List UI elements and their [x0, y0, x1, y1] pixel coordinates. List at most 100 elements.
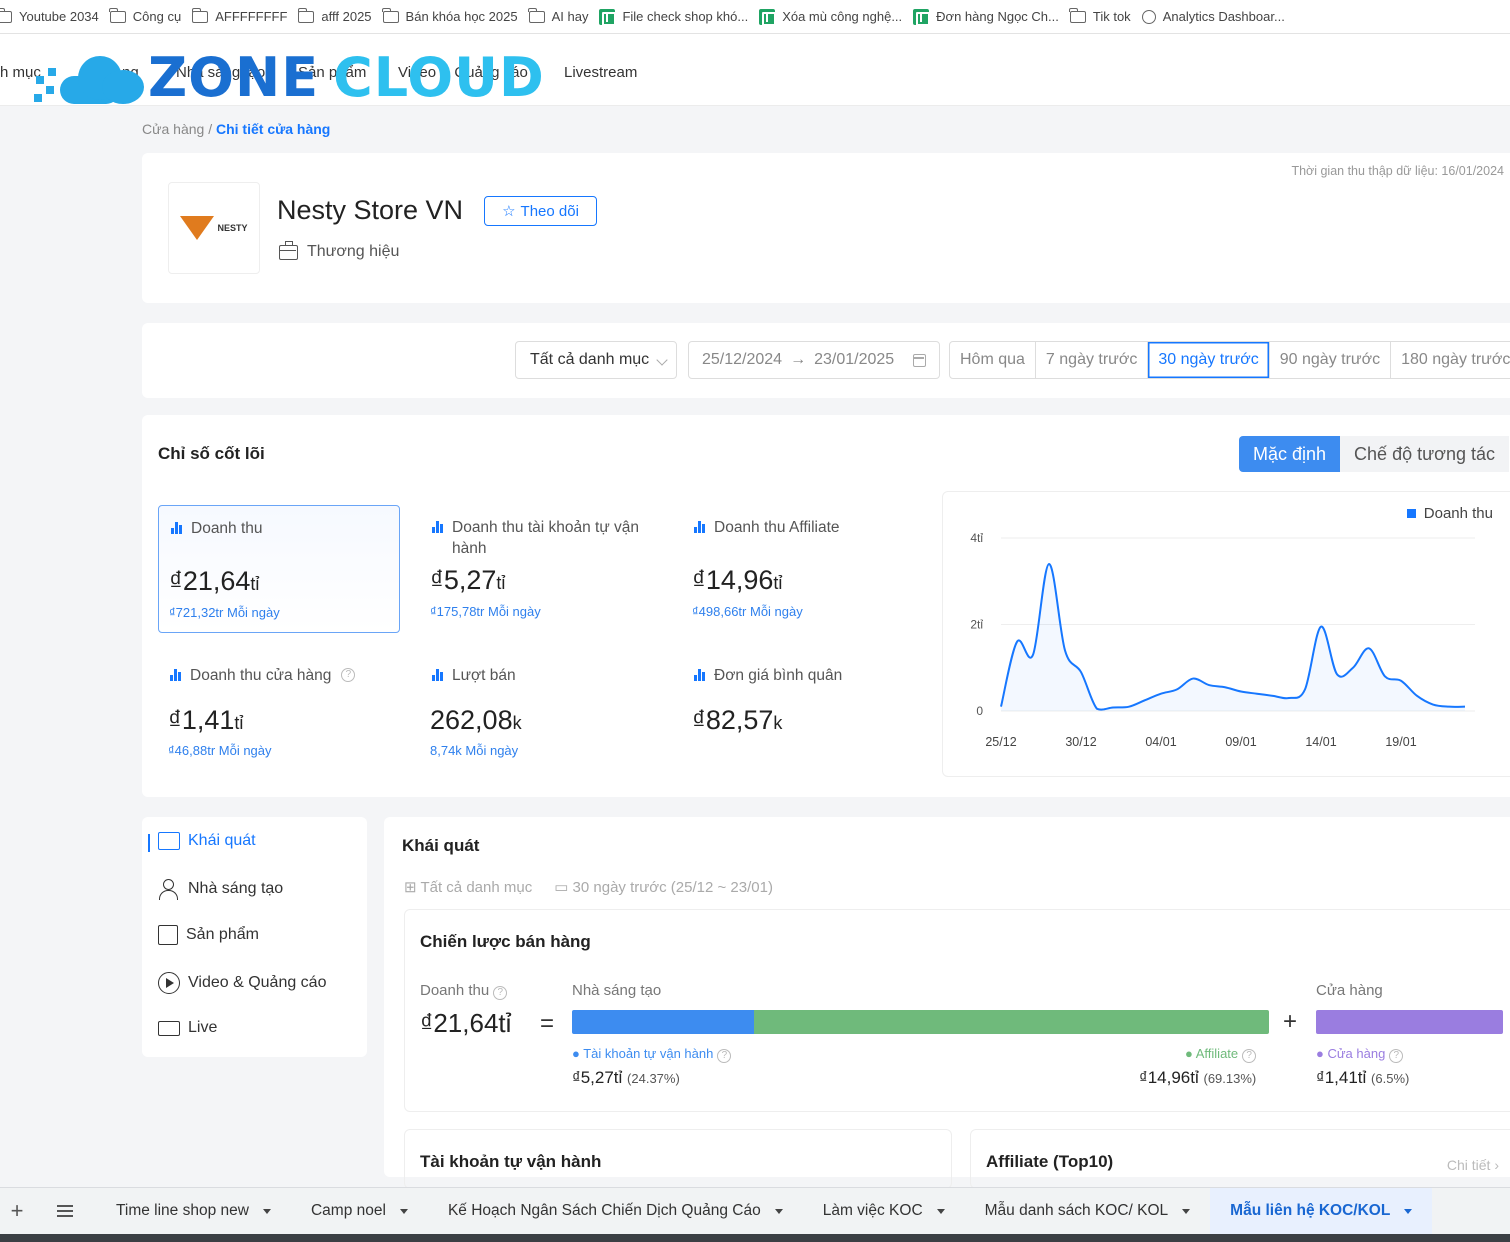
affiliate-legend: ● Affiliate? [1185, 1046, 1257, 1063]
all-sheets-menu-button[interactable] [34, 1205, 96, 1217]
side-item-live[interactable]: Live [158, 1019, 217, 1037]
mode-default-button[interactable]: Mặc định [1239, 436, 1341, 472]
cloud-icon [30, 50, 148, 106]
period-yesterday[interactable]: Hôm qua [950, 342, 1036, 378]
period-180-days[interactable]: 180 ngày trước [1391, 342, 1510, 378]
bookmark-don-hang[interactable]: Đơn hàng Ngọc Ch... [913, 8, 1070, 26]
side-item-creators[interactable]: Nhà sáng tạo [158, 878, 283, 900]
bookmark-file-check-shop[interactable]: File check shop khó... [599, 8, 759, 26]
metric-revenue[interactable]: Doanh thu ₫21,64tỉ ₫721,32tr Mỗi ngày [158, 505, 400, 633]
affiliate-legend-label: Affiliate [1195, 1046, 1239, 1061]
side-item-overview[interactable]: Khái quát [158, 832, 256, 850]
chart-legend[interactable]: Doanh thu [1406, 505, 1493, 522]
bookmark-tik-tok[interactable]: Tik tok [1069, 7, 1142, 24]
metric-self-operated-revenue[interactable]: Doanh thu tài khoản tự vận hành ₫5,27tỉ … [420, 505, 662, 633]
data-collection-time: Thời gian thu thập dữ liệu: 16/01/2024 [1291, 164, 1504, 178]
sheet-tab-label: Mẫu danh sách KOC/ KOL [984, 1202, 1169, 1219]
side-item-video-ads[interactable]: Video & Quảng cáo [158, 972, 326, 994]
cube-icon [158, 925, 178, 945]
folder-icon [191, 7, 209, 23]
star-icon: ☆ [502, 203, 516, 220]
mode-interactive-button[interactable]: Chế độ tương tác [1340, 436, 1509, 472]
grid-icon: ⊞ [404, 879, 421, 896]
bookmark-cong-cu[interactable]: Công cụ [109, 7, 192, 24]
play-icon [158, 972, 180, 994]
bookmark-xoa-mu-cong-nghe[interactable]: Xóa mù công nghệ... [759, 8, 913, 26]
sheet-tab-label: Time line shop new [116, 1202, 249, 1219]
add-sheet-button[interactable]: + [0, 1198, 34, 1224]
caret-down-icon [774, 1208, 783, 1214]
bookmark-label: AFFFFFFFF [215, 9, 288, 24]
breadcrumb: Cửa hàng / Chi tiết cửa hàng [142, 121, 330, 137]
side-item-label: Khái quát [188, 832, 256, 849]
bookmark-afff-2025[interactable]: afff 2025 [297, 7, 382, 24]
bar-chart-icon [694, 521, 708, 533]
category-select[interactable]: Tất cả danh mục [515, 341, 677, 379]
metric-units-sold[interactable]: Lượt bán 262,08k 8,74k Mỗi ngày [420, 653, 662, 781]
metric-value: ₫21,64 [169, 566, 251, 596]
date-start: 25/12/2024 [702, 351, 783, 368]
sheet-tab-ad-budget[interactable]: Kế Hoạch Ngân Sách Chiến Dịch Quảng Cáo [428, 1188, 803, 1235]
help-icon[interactable]: ? [1242, 1049, 1257, 1063]
period-90-days[interactable]: 90 ngày trước [1270, 342, 1392, 378]
sheet-tab-timeline[interactable]: Time line shop new [96, 1188, 291, 1235]
caret-down-icon [399, 1208, 408, 1214]
bookmark-afffffffff[interactable]: AFFFFFFFF [191, 7, 298, 24]
sheet-tab-camp-noel[interactable]: Camp noel [291, 1188, 428, 1235]
help-icon[interactable]: ? [493, 986, 508, 1000]
sheet-tab-koc-contact[interactable]: Mẫu liên hệ KOC/KOL [1210, 1187, 1433, 1235]
period-7-days[interactable]: 7 ngày trước [1036, 342, 1149, 378]
shop-value: ₫1,41tỉ (6.5%) [1316, 1068, 1409, 1088]
follow-button[interactable]: ☆ Theo dõi [484, 196, 597, 226]
sheet-tab-koc-work[interactable]: Làm việc KOC [803, 1188, 965, 1235]
x-tick-label: 14/01 [1305, 735, 1336, 749]
sheet-tab-label: Kế Hoạch Ngân Sách Chiến Dịch Quảng Cáo [447, 1202, 761, 1219]
metric-average-price[interactable]: Đơn giá bình quân ₫82,57k [682, 653, 924, 781]
help-icon[interactable]: ? [341, 668, 356, 682]
revenue-chart: Doanh thu 0 2tỉ 4tỉ 25/12 30/12 04/01 09/01 14/… [942, 491, 1510, 777]
folder-icon [109, 7, 126, 23]
bookmark-label: Youtube 2034 [19, 9, 99, 24]
self-operated-segment[interactable] [572, 1010, 754, 1034]
overview-filter-category: Tất cả danh mục [420, 879, 533, 896]
shop-share-bar[interactable] [1316, 1010, 1503, 1034]
sheet-tab-koc-list[interactable]: Mẫu danh sách KOC/ KOL [965, 1188, 1211, 1235]
logo-word-zone: ZONE [148, 46, 320, 109]
help-icon[interactable]: ? [717, 1049, 732, 1063]
metric-value: ₫5,27 [430, 565, 497, 595]
metric-label: Doanh thu [191, 520, 263, 537]
bookmark-ai-hay[interactable]: AI hay [528, 7, 600, 24]
nav-item-livestream[interactable]: Livestream [564, 64, 637, 81]
shop-percent: (6.5%) [1371, 1071, 1410, 1086]
folder-icon [297, 7, 315, 23]
legend-label: Doanh thu [1423, 505, 1493, 522]
breadcrumb-parent[interactable]: Cửa hàng [142, 121, 204, 137]
affiliate-segment[interactable] [753, 1010, 1269, 1034]
follow-button-label: Theo dõi [520, 202, 579, 220]
sheet-tab-label: Mẫu liên hệ KOC/KOL [1230, 1202, 1391, 1219]
creator-label: Nhà sáng tạo [572, 982, 662, 999]
metric-shop-revenue[interactable]: Doanh thu cửa hàng? ₫1,41tỉ ₫46,88tr Mỗi… [158, 653, 400, 781]
caret-down-icon [1404, 1208, 1413, 1214]
metric-unit: tỉ [234, 713, 244, 733]
bookmark-label: Analytics Dashboar... [1162, 9, 1285, 24]
help-icon[interactable]: ? [1389, 1049, 1404, 1063]
breadcrumb-current: Chi tiết cửa hàng [215, 121, 331, 137]
bar-chart-icon [171, 522, 185, 534]
metric-affiliate-revenue[interactable]: Doanh thu Affiliate ₫14,96tỉ ₫498,66tr M… [682, 505, 924, 633]
legend-swatch [1406, 509, 1416, 518]
shop-label: Cửa hàng [1316, 982, 1383, 999]
detail-link[interactable]: Chi tiết › [1447, 1157, 1499, 1173]
bookmark-youtube-2034[interactable]: Youtube 2034 [0, 7, 110, 24]
side-item-products[interactable]: Sản phẩm [158, 925, 259, 945]
side-item-label: Nhà sáng tạo [188, 880, 284, 897]
period-30-days[interactable]: 30 ngày trước [1148, 342, 1270, 378]
folder-icon [528, 7, 545, 23]
sheet-tab-label: Làm việc KOC [822, 1202, 923, 1219]
metric-label: Doanh thu cửa hàng [190, 667, 332, 684]
chevron-right-icon: › [1494, 1157, 1499, 1173]
date-range-picker[interactable]: 25/12/2024 → 23/01/2025 [688, 341, 940, 379]
affiliate-top10-card: Affiliate (Top10) Chi tiết › [970, 1129, 1510, 1189]
bookmark-ban-khoa-hoc[interactable]: Bán khóa học 2025 [382, 7, 529, 24]
bookmark-analytics-dashboard[interactable]: Analytics Dashboar... [1141, 9, 1296, 24]
